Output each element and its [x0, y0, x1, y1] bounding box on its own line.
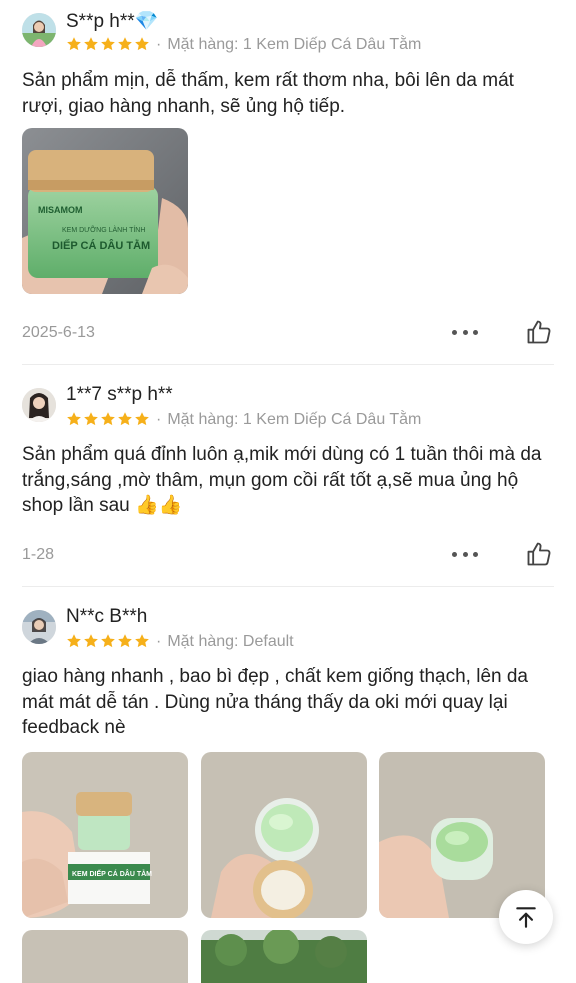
review-photo[interactable]: MISAMOM KEM DƯỠNG LÀNH TÍNH DIẾP CÁ DÂU … — [22, 128, 188, 294]
star-rating — [66, 633, 150, 649]
arrow-up-to-top-icon — [516, 907, 536, 928]
separator-dot: · — [156, 411, 162, 428]
more-options-icon[interactable] — [452, 328, 478, 336]
review-photo[interactable] — [201, 752, 367, 918]
star-icon — [84, 37, 98, 51]
more-options-icon[interactable] — [452, 550, 478, 558]
variant-label: Mặt hàng: 1 Kem Diếp Cá Dâu Tằm — [167, 411, 422, 428]
avatar[interactable] — [22, 610, 56, 644]
star-icon — [84, 634, 98, 648]
star-icon — [118, 37, 132, 51]
separator-dot: · — [156, 633, 162, 650]
variant-label: Mặt hàng: 1 Kem Diếp Cá Dâu Tằm — [167, 36, 422, 53]
star-rating — [66, 36, 150, 52]
review-date: 2025-6-13 — [22, 324, 95, 341]
reviewer-name: 1**7 s**p h** — [66, 384, 173, 405]
variant-info: · Mặt hàng: 1 Kem Diếp Cá Dâu Tằm — [156, 411, 421, 429]
star-icon — [135, 37, 149, 51]
review-divider — [22, 586, 554, 587]
scroll-to-top-button[interactable] — [499, 890, 553, 944]
review-photo[interactable]: KEM DIẾP CÁ DÂU TẰM — [22, 752, 188, 918]
reviewer-name: S**p h**💎 — [66, 11, 159, 32]
jar-brand: MISAMOM — [38, 205, 83, 215]
star-icon — [135, 634, 149, 648]
variant-info: · Mặt hàng: 1 Kem Diếp Cá Dâu Tằm — [156, 36, 421, 54]
jar-product: DIẾP CÁ DÂU TẰM — [52, 239, 150, 252]
star-icon — [84, 412, 98, 426]
star-icon — [118, 412, 132, 426]
star-icon — [101, 37, 115, 51]
star-rating — [66, 411, 150, 427]
review-divider — [22, 364, 554, 365]
review-text: Sản phẩm quá đỉnh luôn ạ,mik mới dùng có… — [22, 444, 542, 516]
jar-subtitle: KEM DƯỠNG LÀNH TÍNH — [62, 225, 145, 234]
review-date: 1-28 — [22, 546, 55, 563]
star-icon — [67, 634, 81, 648]
star-icon — [118, 634, 132, 648]
review-photo[interactable] — [201, 930, 367, 983]
thumbs-up-icon[interactable] — [525, 318, 553, 346]
star-icon — [67, 412, 81, 426]
star-icon — [101, 412, 115, 426]
review-text: Sản phẩm mịn, dễ thấm, kem rất thơm nha,… — [22, 70, 514, 117]
variant-label: Mặt hàng: Default — [167, 633, 294, 650]
review-photo[interactable] — [22, 930, 188, 983]
avatar[interactable] — [22, 388, 56, 422]
star-icon — [101, 634, 115, 648]
review-text: giao hàng nhanh , bao bì đẹp , chất kem … — [22, 666, 528, 738]
reviewer-name: N**c B**h — [66, 606, 148, 627]
variant-info: · Mặt hàng: Default — [156, 633, 294, 651]
star-icon — [135, 412, 149, 426]
star-icon — [67, 37, 81, 51]
avatar[interactable] — [22, 13, 56, 47]
thumbs-up-icon[interactable] — [525, 540, 553, 568]
separator-dot: · — [156, 36, 162, 53]
